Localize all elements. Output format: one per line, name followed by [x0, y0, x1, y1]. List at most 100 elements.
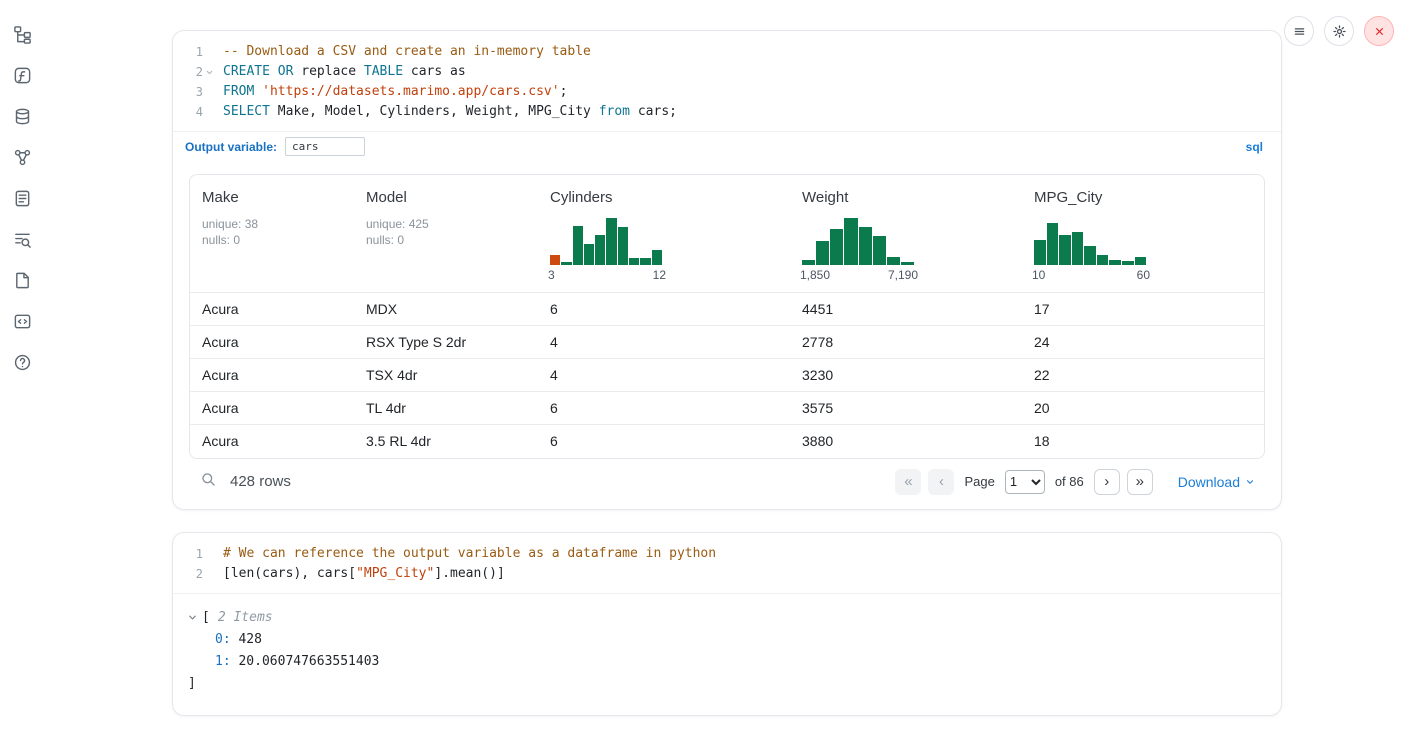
histogram-bar [844, 218, 857, 266]
notebook-cells: 1-- Download a CSV and create an in-memo… [172, 30, 1282, 729]
sql-code-editor[interactable]: 1-- Download a CSV and create an in-memo… [173, 31, 1281, 131]
notebook-menu-button[interactable] [1284, 16, 1314, 46]
marimo-notebook: 1-- Download a CSV and create an in-memo… [0, 0, 1408, 729]
column-name: Model [366, 189, 526, 206]
sidebar-item-dependencies[interactable] [10, 145, 34, 169]
table-cell: TSX 4dr [354, 359, 538, 392]
column-header-Cylinders[interactable]: Cylinders312 [538, 175, 790, 293]
histogram-bar [595, 235, 605, 265]
column-header-Model[interactable]: Modelunique: 425nulls: 0 [354, 175, 538, 293]
snippets-icon [13, 312, 32, 331]
table-cell: Acura [190, 425, 354, 458]
table-row[interactable]: AcuraTSX 4dr4323022 [190, 359, 1264, 392]
list-item: 1: 20.060747663551403 [187, 651, 1265, 673]
axis-min: 3 [548, 268, 555, 282]
column-histogram[interactable] [1034, 215, 1146, 265]
column-name: Weight [802, 189, 1010, 206]
table-cell: 6 [538, 293, 790, 326]
column-histogram[interactable] [802, 215, 914, 265]
column-summary: unique: 425 [366, 216, 526, 232]
code-content: [len(cars), cars["MPG_City"].mean()] [216, 564, 505, 584]
line-number: 4 [181, 102, 203, 122]
table-row[interactable]: AcuraTL 4dr6357520 [190, 392, 1264, 425]
histogram-bar [606, 218, 616, 266]
code-line[interactable]: 2CREATE OR replace TABLE cars as [181, 62, 1265, 82]
sidebar-item-file-tree[interactable] [10, 22, 34, 46]
histogram-bar [652, 250, 662, 265]
column-name: MPG_City [1034, 189, 1252, 206]
table-row[interactable]: Acura3.5 RL 4dr6388018 [190, 425, 1264, 458]
item-index: 0: [215, 632, 231, 647]
list-entries: 0: 4281: 20.060747663551403 [187, 629, 1265, 673]
bracket-open: [ [202, 607, 210, 629]
sidebar-item-help[interactable] [10, 350, 34, 374]
histogram-bar [1135, 257, 1147, 265]
shutdown-button[interactable] [1364, 16, 1394, 46]
table-search-button[interactable] [200, 471, 217, 493]
fold-gutter [203, 544, 216, 564]
pagination: « ‹ Page 1 of 86 › » [895, 469, 1255, 495]
dependency-graph-icon [13, 148, 32, 167]
sidebar-item-table-explorer[interactable] [10, 227, 34, 251]
sidebar-item-documentation[interactable] [10, 268, 34, 292]
next-page-button[interactable]: › [1094, 469, 1120, 495]
histogram-bar [1047, 223, 1059, 266]
database-icon [13, 107, 32, 126]
output-variable-input[interactable] [285, 137, 365, 156]
download-button[interactable]: Download [1178, 474, 1255, 490]
line-number: 1 [181, 42, 203, 62]
table-footer: 428 rows « ‹ Page 1 of 86 › [173, 461, 1281, 509]
sidebar-item-variables[interactable] [10, 63, 34, 87]
table-cell: Acura [190, 359, 354, 392]
table-row[interactable]: AcuraMDX6445117 [190, 293, 1264, 326]
histogram-bar [859, 227, 872, 265]
histogram-bar [584, 244, 594, 265]
prev-page-button[interactable]: ‹ [928, 469, 954, 495]
histogram-bar [901, 262, 914, 265]
histogram-bar [1097, 255, 1109, 265]
chevron-down-icon [205, 68, 214, 77]
code-line[interactable]: 2[len(cars), cars["MPG_City"].mean()] [181, 564, 1265, 584]
notebook-actions [1284, 16, 1394, 46]
column-header-MPG_City[interactable]: MPG_City1060 [1022, 175, 1264, 293]
python-output: [ 2 Items 0: 4281: 20.060747663551403 ] [173, 593, 1281, 715]
histogram-bar [550, 255, 560, 265]
sidebar-item-scratchpad[interactable] [10, 186, 34, 210]
fold-chevron-icon[interactable] [203, 62, 216, 82]
table-cell: Acura [190, 326, 354, 359]
axis-max: 7,190 [888, 268, 918, 282]
fold-gutter [203, 42, 216, 62]
code-content: FROM 'https://datasets.marimo.app/cars.c… [216, 82, 567, 102]
python-code-editor[interactable]: 1 # We can reference the output variable … [173, 533, 1281, 593]
code-line[interactable]: 1-- Download a CSV and create an in-memo… [181, 42, 1265, 62]
results-table: Makeunique: 38nulls: 0Modelunique: 425nu… [189, 174, 1265, 459]
settings-button[interactable] [1324, 16, 1354, 46]
column-header-Make[interactable]: Makeunique: 38nulls: 0 [190, 175, 354, 293]
page-select[interactable]: 1 [1005, 470, 1045, 494]
gear-icon [1332, 24, 1347, 39]
sidebar-item-datasources[interactable] [10, 104, 34, 128]
last-page-button[interactable]: » [1127, 469, 1153, 495]
column-histogram[interactable] [550, 215, 662, 265]
sidebar-item-snippets[interactable] [10, 309, 34, 333]
column-header-Weight[interactable]: Weight1,8507,190 [790, 175, 1022, 293]
collapse-chevron-icon[interactable] [187, 612, 202, 623]
help-icon [13, 353, 32, 372]
table-header-row: Makeunique: 38nulls: 0Modelunique: 425nu… [190, 175, 1264, 293]
first-page-icon: « [904, 473, 912, 490]
code-line[interactable]: 1 # We can reference the output variable … [181, 544, 1265, 564]
next-page-icon: › [1104, 473, 1109, 490]
row-count: 428 rows [230, 473, 291, 490]
first-page-button[interactable]: « [895, 469, 921, 495]
table-cell: RSX Type S 2dr [354, 326, 538, 359]
code-content: # We can reference the output variable a… [216, 544, 716, 564]
code-line[interactable]: 4SELECT Make, Model, Cylinders, Weight, … [181, 102, 1265, 122]
line-number: 1 [181, 544, 203, 564]
table-cell: 3230 [790, 359, 1022, 392]
table-cell: 20 [1022, 392, 1264, 425]
table-row[interactable]: AcuraRSX Type S 2dr4277824 [190, 326, 1264, 359]
scratchpad-icon [13, 189, 32, 208]
histogram-bar [1084, 246, 1096, 265]
axis-max: 60 [1137, 268, 1150, 282]
code-line[interactable]: 3FROM 'https://datasets.marimo.app/cars.… [181, 82, 1265, 102]
